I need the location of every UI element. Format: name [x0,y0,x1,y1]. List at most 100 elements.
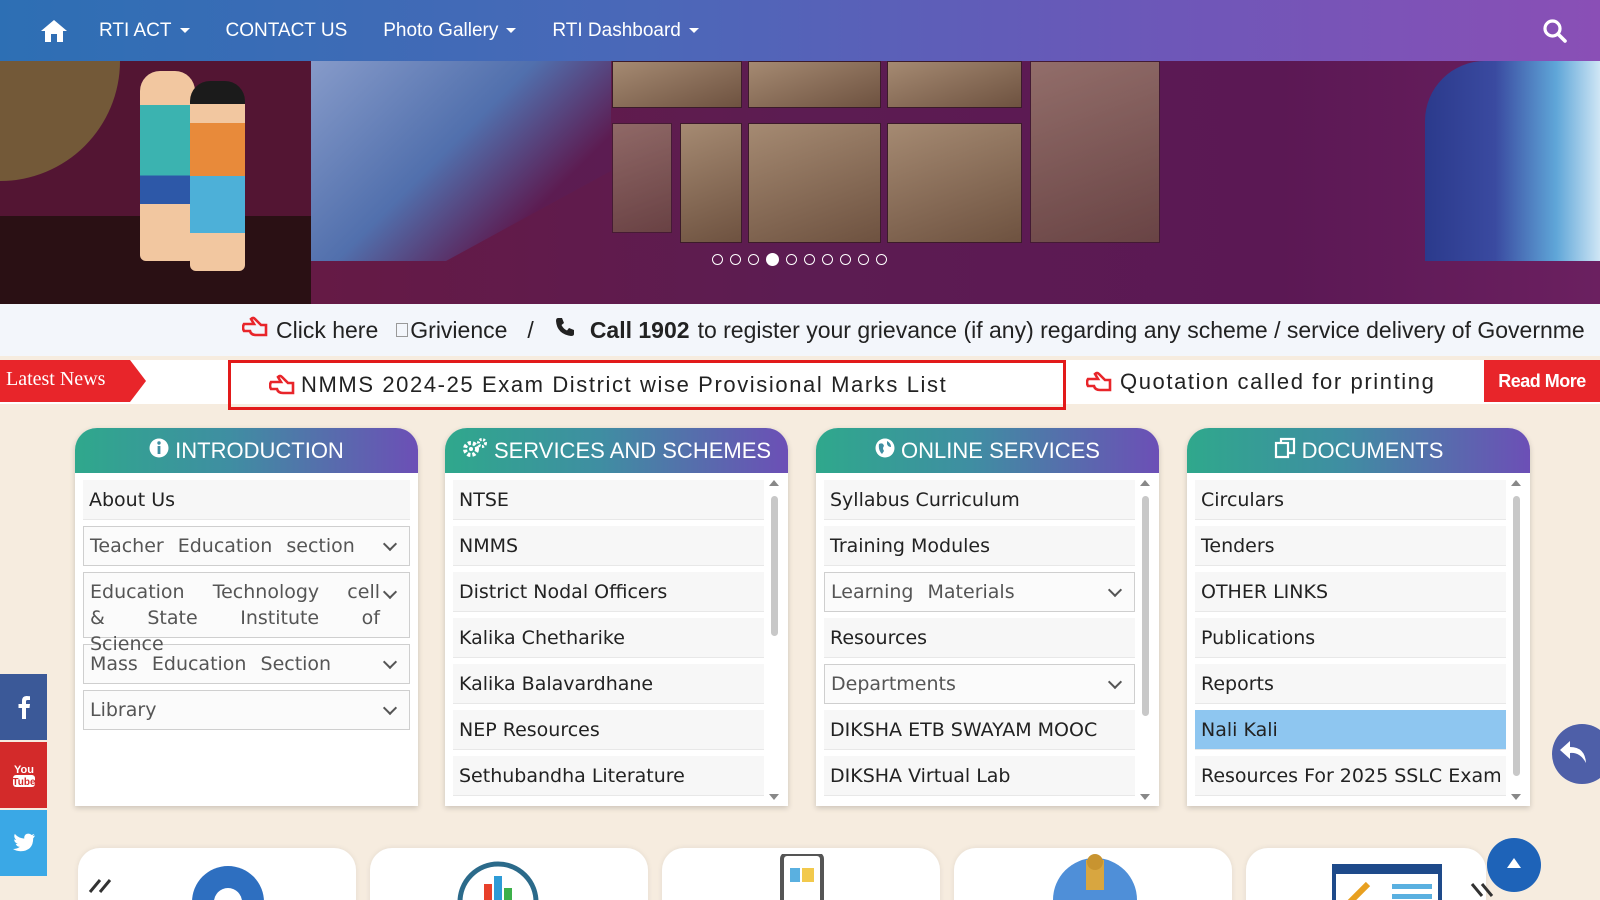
list-item[interactable]: Syllabus Curriculum [824,480,1135,520]
scroll-down-icon[interactable] [1511,794,1521,800]
quick-link-tile[interactable] [1246,848,1494,900]
list-item[interactable]: NEP Resources [453,710,764,750]
carousel-dot[interactable] [858,254,869,265]
online-services-card-header: ONLINE SERVICES [816,428,1159,473]
carousel-dot-active[interactable] [766,253,779,266]
list-item[interactable]: NTSE [453,480,764,520]
list-item[interactable]: District Nodal Officers [453,572,764,612]
list-item[interactable]: DIKSHA ETB SWAYAM MOOC [824,710,1135,750]
list-item-label: DIKSHA ETB SWAYAM MOOC [830,718,1098,741]
nav-photo-gallery-label: Photo Gallery [383,19,499,41]
quick-link-tile[interactable] [954,848,1232,900]
carousel-dot[interactable] [804,254,815,265]
list-item[interactable]: Kalika Balavardhane [453,664,764,704]
list-item[interactable]: Sethubandha Literature [453,756,764,796]
dropdown-library[interactable]: Library [83,690,410,730]
list-item-label: NMMS [459,534,519,557]
double-chevron-left-icon[interactable] [86,878,112,900]
scroll-down-icon[interactable] [769,794,779,800]
double-chevron-right-icon[interactable] [1470,882,1496,900]
news-headline-link[interactable]: NMMS 2024-25 Exam District wise Provisio… [228,360,1066,410]
twitter-icon[interactable] [0,810,47,876]
list-item[interactable]: Reports [1195,664,1506,704]
scroll-thumb[interactable] [1513,496,1520,776]
nav-rti-act[interactable]: RTI ACT [81,0,208,61]
search-icon[interactable] [1542,18,1568,44]
online-services-card: ONLINE SERVICES Syllabus Curriculum Trai… [816,428,1159,806]
dropdown-education-technology[interactable]: Education Technology cell & State Instit… [83,572,410,655]
dropdown-label: Departments [831,673,956,695]
home-icon[interactable] [27,0,81,61]
heritage-photo [748,61,881,108]
svg-text:Tube: Tube [12,777,36,788]
nav-contact-us-label: CONTACT US [225,19,348,41]
chevron-down-icon [1107,674,1123,690]
list-item[interactable]: DIKSHA Virtual Lab [824,756,1135,796]
news-item-link[interactable]: Quotation called for printing [1086,369,1435,395]
list-item-label: OTHER LINKS [1201,580,1329,603]
scroll-thumb[interactable] [771,496,778,636]
list-item-label: Resources [830,626,928,649]
carousel-dot[interactable] [840,254,851,265]
nav-contact-us[interactable]: CONTACT US [208,0,366,61]
scroll-up-icon[interactable] [769,480,779,486]
call-number[interactable]: Call 1902 [590,317,690,344]
services-list: NTSE NMMS District Nodal Officers Kalika… [453,480,764,802]
scrollbar[interactable] [1510,480,1522,800]
latest-news-tag: Latest News [0,360,146,402]
back-button[interactable] [1552,724,1600,784]
chevron-down-icon [382,584,398,600]
dropdown-departments[interactable]: Departments [824,664,1135,704]
carousel-dot[interactable] [876,254,887,265]
introduction-title: INTRODUCTION [175,437,344,463]
carousel-dot[interactable] [822,254,833,265]
scrollbar[interactable] [768,480,780,800]
dropdown-learning-materials[interactable]: Learning Materials [824,572,1135,612]
scroll-thumb[interactable] [1142,496,1149,716]
list-item[interactable]: Tenders [1195,526,1506,566]
list-item[interactable]: Circulars [1195,480,1506,520]
chevron-down-icon [382,700,398,716]
introduction-card-header: INTRODUCTION [75,428,418,473]
list-item-label: Reports [1201,672,1274,695]
quick-link-tile[interactable] [78,848,356,900]
separator: / [527,316,534,343]
hero-carousel[interactable] [0,61,1600,304]
carousel-dot[interactable] [748,254,759,265]
nav-photo-gallery[interactable]: Photo Gallery [365,0,534,61]
grievance-image-alt: Grivience [410,316,508,343]
quick-link-tile[interactable] [370,848,648,900]
list-item-selected[interactable]: Nali Kali [1195,710,1506,750]
grievance-bar: Click here Grivience / Call 1902 to regi… [0,304,1600,356]
carousel-dot[interactable] [786,254,797,265]
list-item-label: About Us [89,488,176,511]
list-item-label: Nali Kali [1201,718,1278,741]
heritage-photo [1030,61,1160,243]
list-item[interactable]: NMMS [453,526,764,566]
carousel-dot[interactable] [712,254,723,265]
dropdown-teacher-education[interactable]: Teacher Education section [83,526,410,566]
list-item[interactable]: Training Modules [824,526,1135,566]
list-item[interactable]: Kalika Chetharike [453,618,764,658]
list-item[interactable]: About Us [83,480,410,520]
list-item-label: Training Modules [830,534,990,557]
scroll-up-icon[interactable] [1511,480,1521,486]
facebook-icon[interactable] [0,674,47,740]
scroll-up-icon[interactable] [1140,480,1150,486]
list-item[interactable]: OTHER LINKS [1195,572,1506,612]
list-item[interactable]: Resources [824,618,1135,658]
list-item[interactable]: Publications [1195,618,1506,658]
read-more-button[interactable]: Read More [1484,360,1600,402]
scroll-to-top-button[interactable] [1487,838,1541,892]
quick-link-tile[interactable] [662,848,940,900]
scroll-down-icon[interactable] [1140,794,1150,800]
youtube-icon[interactable]: You Tube [0,742,47,808]
carousel-dot[interactable] [730,254,741,265]
list-item-label: Tenders [1201,534,1275,557]
scrollbar[interactable] [1139,480,1151,800]
click-here-link[interactable]: Click here [276,317,378,344]
nav-rti-dashboard[interactable]: RTI Dashboard [534,0,717,61]
grievance-image-link[interactable]: Grivience [396,317,507,344]
list-item[interactable]: Resources For 2025 SSLC Exam [1195,756,1506,796]
settings-gear-icon [188,862,268,900]
